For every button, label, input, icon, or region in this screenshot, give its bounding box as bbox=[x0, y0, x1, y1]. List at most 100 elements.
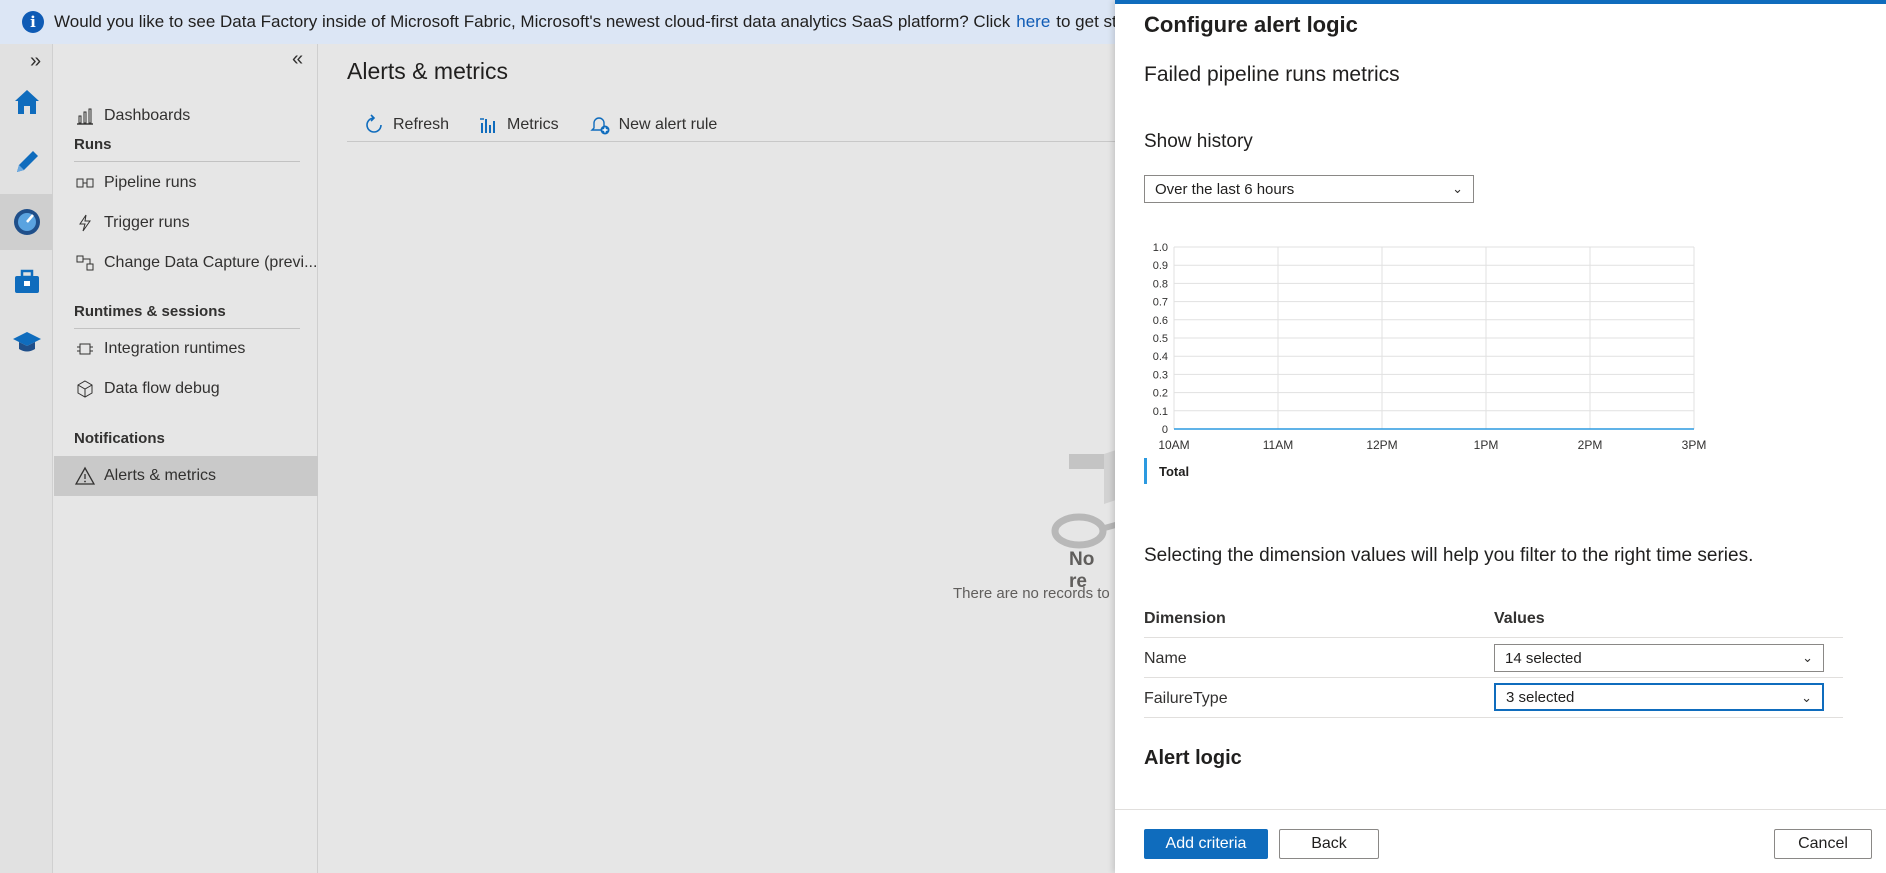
warning-icon bbox=[74, 465, 96, 487]
rail-learn[interactable] bbox=[0, 314, 53, 370]
x-tick-label: 3PM bbox=[1682, 438, 1707, 452]
refresh-label: Refresh bbox=[393, 116, 450, 133]
metrics-button[interactable]: Metrics bbox=[479, 115, 559, 135]
alert-logic-heading: Alert logic bbox=[1144, 747, 1242, 769]
integration-runtime-icon bbox=[74, 338, 96, 360]
x-tick-label: 2PM bbox=[1578, 438, 1603, 452]
y-tick-label: 0.2 bbox=[1153, 388, 1168, 400]
monitor-icon bbox=[13, 209, 40, 235]
configure-alert-logic-panel: Configure alert logic Failed pipeline ru… bbox=[1115, 0, 1886, 873]
home-icon bbox=[14, 90, 39, 114]
y-tick-label: 0.1 bbox=[1153, 406, 1168, 418]
sidebar-item-dashboards[interactable]: Dashboards bbox=[54, 96, 318, 136]
legend-label: Total bbox=[1159, 463, 1190, 479]
lightning-icon bbox=[74, 212, 96, 234]
empty-state-description: There are no records to bbox=[953, 585, 1110, 602]
sidebar-item-label: Integration runtimes bbox=[104, 340, 246, 357]
y-tick-label: 0.6 bbox=[1153, 315, 1168, 327]
section-divider bbox=[74, 161, 300, 162]
expand-rail-icon[interactable]: » bbox=[30, 50, 41, 73]
metrics-label: Metrics bbox=[507, 116, 559, 133]
section-runtimes: Runtimes & sessions bbox=[74, 303, 226, 320]
banner-link[interactable]: here bbox=[1016, 12, 1050, 32]
sidebar-item-label: Pipeline runs bbox=[104, 174, 197, 191]
pipeline-icon bbox=[74, 172, 96, 194]
data-flow-debug-icon bbox=[74, 378, 96, 400]
panel-title: Configure alert logic bbox=[1144, 12, 1358, 37]
page-title: Alerts & metrics bbox=[347, 58, 509, 84]
refresh-button[interactable]: Refresh bbox=[347, 114, 449, 136]
rail-home[interactable] bbox=[0, 74, 53, 130]
cancel-button[interactable]: Cancel bbox=[1774, 829, 1872, 859]
left-rail: » bbox=[0, 44, 53, 873]
dimension-table: Dimension Values Name 14 selected ⌄ Fail… bbox=[1144, 598, 1843, 718]
show-history-label: Show history bbox=[1144, 131, 1253, 152]
chevron-down-icon: ⌄ bbox=[1802, 650, 1813, 665]
main-content: Alerts & metrics Refresh Metrics New ale… bbox=[319, 44, 1120, 873]
sidebar-item-label: Dashboards bbox=[104, 107, 191, 124]
chevron-down-icon: ⌄ bbox=[1452, 181, 1463, 196]
y-tick-label: 0.7 bbox=[1153, 297, 1168, 309]
dropdown-value: 3 selected bbox=[1506, 688, 1575, 706]
x-tick-label: 12PM bbox=[1366, 438, 1397, 452]
info-icon: i bbox=[22, 11, 44, 33]
dropdown-value: 14 selected bbox=[1505, 649, 1582, 667]
toolbar: Refresh Metrics New alert rule bbox=[347, 108, 747, 142]
x-tick-label: 10AM bbox=[1158, 438, 1189, 452]
monitor-sidebar: « Dashboards Runs Pipeline runs Trigger … bbox=[54, 44, 318, 873]
y-tick-label: 0.5 bbox=[1153, 333, 1168, 345]
metric-name: Failed pipeline runs metrics bbox=[1144, 63, 1400, 86]
table-row: Name 14 selected ⌄ bbox=[1144, 638, 1843, 678]
banner-text: Would you like to see Data Factory insid… bbox=[54, 12, 1011, 31]
history-dropdown-value: Over the last 6 hours bbox=[1155, 180, 1295, 198]
dimension-name: Name bbox=[1144, 650, 1187, 667]
y-tick-label: 0.8 bbox=[1153, 278, 1168, 290]
rail-manage[interactable] bbox=[0, 254, 53, 310]
chevron-down-icon: ⌄ bbox=[1801, 690, 1812, 705]
new-alert-rule-button[interactable]: New alert rule bbox=[589, 114, 718, 136]
x-tick-label: 11AM bbox=[1263, 438, 1293, 452]
change-data-capture-icon bbox=[74, 252, 96, 274]
sidebar-item-label: Data flow debug bbox=[104, 380, 220, 397]
bar-chart-icon bbox=[74, 105, 96, 127]
y-tick-label: 0 bbox=[1162, 424, 1168, 436]
refresh-icon bbox=[363, 114, 385, 136]
metric-chart: 0 0.1 0.2 0.3 0.4 0.5 0.6 0.7 0.8 0.9 1.0 10AM 11AM 1… bbox=[1153, 242, 1707, 452]
toolbar-divider bbox=[347, 141, 1115, 142]
history-dropdown[interactable]: Over the last 6 hours ⌄ bbox=[1144, 175, 1474, 203]
sidebar-item-integration-runtimes[interactable]: Integration runtimes bbox=[54, 329, 318, 369]
new-alert-rule-label: New alert rule bbox=[618, 116, 718, 133]
sidebar-item-label: Trigger runs bbox=[104, 214, 190, 231]
y-tick-label: 1.0 bbox=[1153, 242, 1168, 254]
name-values-dropdown[interactable]: 14 selected ⌄ bbox=[1494, 644, 1824, 672]
graduation-cap-icon bbox=[12, 332, 41, 352]
y-tick-label: 0.4 bbox=[1153, 351, 1168, 363]
empty-state-illustration bbox=[1049, 409, 1120, 554]
y-tick-label: 0.9 bbox=[1153, 260, 1168, 272]
dimension-table-header: Dimension Values bbox=[1144, 598, 1843, 638]
sidebar-item-label: Alerts & metrics bbox=[104, 467, 217, 484]
sidebar-item-data-flow-debug[interactable]: Data flow debug bbox=[54, 369, 318, 409]
sidebar-item-trigger-runs[interactable]: Trigger runs bbox=[54, 203, 318, 243]
section-notifications: Notifications bbox=[74, 430, 165, 447]
chart-legend-total[interactable]: Total bbox=[1144, 458, 1189, 484]
y-tick-label: 0.3 bbox=[1153, 369, 1168, 381]
sidebar-item-pipeline-runs[interactable]: Pipeline runs bbox=[54, 163, 318, 203]
add-criteria-button[interactable]: Add criteria bbox=[1144, 829, 1268, 859]
rail-author[interactable] bbox=[0, 134, 53, 190]
sidebar-item-label: Change Data Capture (previ... bbox=[104, 254, 318, 271]
dimension-help-text: Selecting the dimension values will help… bbox=[1144, 545, 1754, 566]
bell-plus-icon bbox=[589, 114, 611, 136]
metrics-icon bbox=[479, 115, 499, 135]
sidebar-item-change-data-capture[interactable]: Change Data Capture (previ... bbox=[54, 243, 318, 283]
collapse-sidebar-icon[interactable]: « bbox=[292, 48, 303, 71]
sidebar-item-alerts-metrics[interactable]: Alerts & metrics bbox=[54, 456, 318, 496]
dimension-name: FailureType bbox=[1144, 690, 1228, 707]
toolbox-icon bbox=[14, 269, 39, 293]
x-tick-label: 1PM bbox=[1474, 438, 1499, 452]
back-button[interactable]: Back bbox=[1279, 829, 1379, 859]
failuretype-values-dropdown[interactable]: 3 selected ⌄ bbox=[1494, 683, 1824, 711]
table-row: FailureType 3 selected ⌄ bbox=[1144, 678, 1843, 718]
dimension-column-header: Dimension bbox=[1144, 610, 1226, 627]
rail-monitor[interactable] bbox=[0, 194, 53, 250]
